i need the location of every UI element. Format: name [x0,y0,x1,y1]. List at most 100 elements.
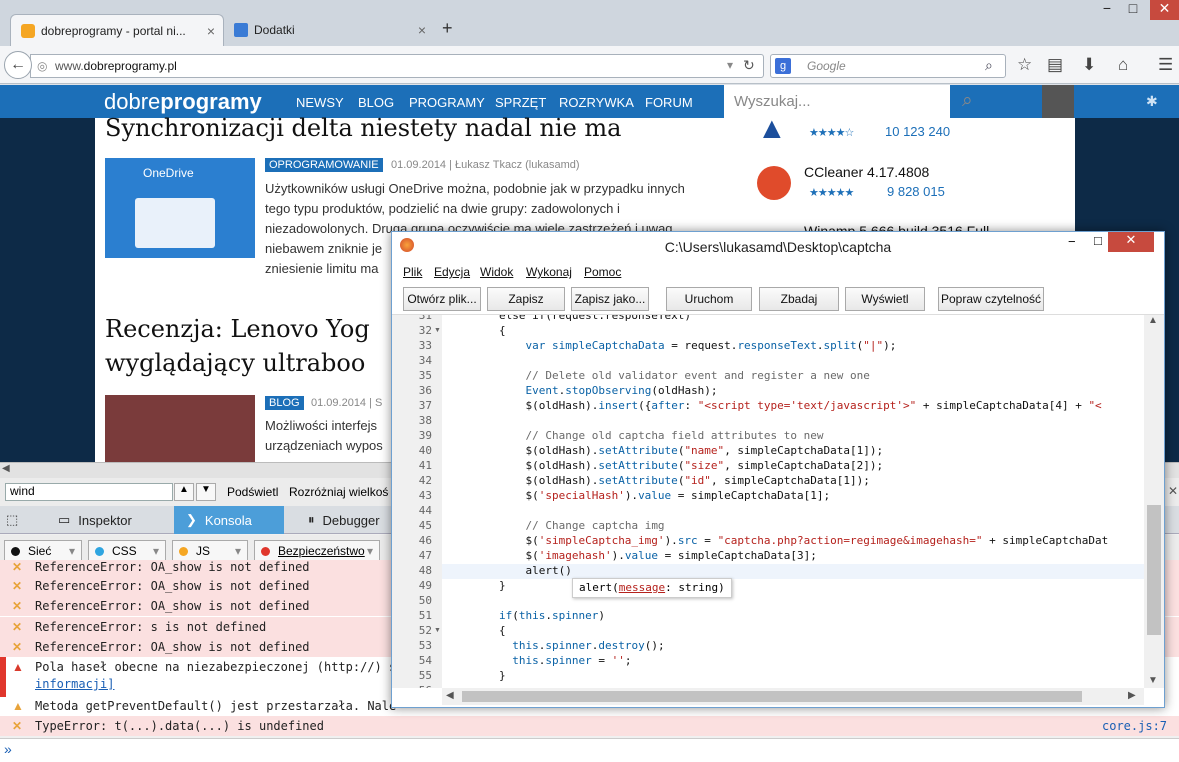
home-icon[interactable]: ⌂ [1118,55,1128,75]
menu-help[interactable]: Pomoc [584,265,621,279]
close-window-button[interactable]: ✕ [1150,0,1179,20]
nav-rozrywka[interactable]: ROZRYWKA [559,95,634,110]
code-line[interactable]: $('specialHash').value = simpleCaptchaDa… [446,489,830,502]
scroll-up-icon[interactable]: ▲ [1148,315,1158,326]
nav-programy[interactable]: PROGRAMY [409,95,485,110]
run-button[interactable]: Uruchom [666,287,752,311]
fold-toggle-icon[interactable]: ▼ [434,627,441,634]
console-input[interactable]: » [0,738,1179,762]
highlight-all-toggle[interactable]: Podświetl [227,485,278,499]
inspect-button[interactable]: Zbadaj [759,287,839,311]
menu-edit[interactable]: Edycja [434,265,470,279]
code-line[interactable]: alert() [446,564,571,577]
code-line[interactable]: } [446,579,506,592]
source-link[interactable]: core.js:7 [1102,716,1167,736]
code-line[interactable]: this.spinner = ''; [446,654,631,667]
search-icon[interactable]: ⌕ [985,57,993,74]
tab-debugger[interactable]: ⏸ Debugger [296,506,391,534]
filter-css[interactable]: CSS ▾ [88,540,166,562]
scroll-right-icon[interactable]: ▶ [1128,690,1136,701]
bookmark-star-icon[interactable]: ☆ [1017,55,1032,75]
search-bar[interactable]: g Google ⌕ [770,54,1006,78]
code-line[interactable]: // Change old captcha field attributes t… [446,429,823,442]
code-line[interactable]: if(this.spinner) [446,609,605,622]
url-bar[interactable]: ◎ www.dobreprogramy.pl ▾ ↻ [30,54,764,78]
maximize-button[interactable]: □ [1118,0,1148,20]
nav-forum[interactable]: FORUM [645,95,693,110]
code-line[interactable]: this.spinner.destroy(); [446,639,664,652]
site-logo[interactable]: dobreprogramy [104,89,262,115]
code-line[interactable]: $('simpleCaptcha_img').src = "captcha.ph… [446,534,1108,547]
site-search-icon[interactable]: ⌕ [962,90,973,112]
code-line[interactable]: $(oldHash).insert({after: "<script type=… [446,399,1101,412]
article1-category-badge[interactable]: OPROGRAMOWANIE [265,158,383,172]
maximize-icon[interactable]: □ [1094,233,1102,248]
code-line[interactable]: $('imagehash').value = simpleCaptchaData… [446,549,816,562]
avatar[interactable] [1042,85,1074,118]
find-input[interactable]: wind [5,483,173,501]
code-line[interactable]: } [446,669,506,682]
nav-blog[interactable]: BLOG [358,95,394,110]
article2-category-badge[interactable]: BLOG [265,396,304,410]
pick-element-icon[interactable]: ⬚ [6,512,18,528]
sidebar-app-name[interactable]: CCleaner 4.17.4808 [804,164,929,180]
menu-execute[interactable]: Wykonaj [526,265,572,279]
minimize-icon[interactable]: − [1068,234,1076,249]
code-editor[interactable]: alert(message: string) ▲ ▼ 31 else if(re… [392,314,1164,688]
nav-newsy[interactable]: NEWSY [296,95,344,110]
menu-file[interactable]: Plik [403,265,422,279]
code-line[interactable]: // Change captcha img [446,519,664,532]
menu-icon[interactable]: ☰ [1158,55,1173,75]
scroll-left-icon[interactable]: ◀ [446,690,454,701]
save-as-button[interactable]: Zapisz jako... [571,287,649,311]
match-case-toggle[interactable]: Rozróżniaj wielkość [289,485,389,499]
filter-js[interactable]: JS ▾ [172,540,248,562]
filter-network[interactable]: Sieć ▾ [4,540,82,562]
settings-icon[interactable]: ✱ [1146,93,1158,110]
tab-close-icon[interactable]: × [207,23,215,39]
nav-sprzet[interactable]: SPRZĘT [495,95,546,110]
display-button[interactable]: Wyświetl [845,287,925,311]
filter-security[interactable]: Bezpieczeństwo ▾ [254,540,380,562]
google-icon[interactable]: g [775,58,791,74]
dropdown-icon[interactable]: ▾ [727,58,733,72]
article1-title[interactable]: Synchronizacji delta niestety nadal nie … [105,114,621,142]
back-button[interactable]: ← [4,51,32,79]
article1-image[interactable]: OneDrive [105,158,255,258]
tab-dobreprogramy[interactable]: dobreprogramy - portal ni... × [10,14,224,46]
vertical-scroll-thumb[interactable] [1147,505,1161,635]
close-icon[interactable]: ✕ [1108,232,1154,252]
code-line[interactable]: $(oldHash).setAttribute("size", simpleCa… [446,459,883,472]
code-line[interactable]: { [446,324,506,337]
download-icon[interactable]: ⬇ [1082,55,1096,75]
horizontal-scroll-thumb[interactable] [462,691,1082,702]
menu-view[interactable]: Widok [480,265,513,279]
scroll-down-icon[interactable]: ▼ [1148,675,1158,686]
new-tab-button[interactable]: + [442,18,453,39]
fold-toggle-icon[interactable]: ▼ [434,327,441,334]
code-line[interactable]: $(oldHash).setAttribute("id", simpleCapt… [446,474,869,487]
tab-dodatki[interactable]: Dodatki × [224,14,434,46]
article2-title-line1[interactable]: Recenzja: Lenovo Yog [105,315,370,343]
save-button[interactable]: Zapisz [487,287,565,311]
tab-console[interactable]: ❯ Konsola [174,506,284,534]
code-line[interactable]: { [446,624,506,637]
code-line[interactable]: Event.stopObserving(oldHash); [446,384,717,397]
code-line[interactable]: var simpleCaptchaData = request.response… [446,339,896,352]
close-findbar-icon[interactable]: ✕ [1168,484,1178,498]
article2-image[interactable] [105,395,255,462]
scroll-left-icon[interactable]: ◀ [2,463,10,474]
bookmarks-list-icon[interactable]: ▤ [1047,55,1063,75]
find-next-button[interactable]: ▼ [196,483,216,501]
code-line[interactable]: else if(request.responseText) [446,315,691,322]
find-previous-button[interactable]: ▲ [174,483,194,501]
code-line[interactable]: $(oldHash).setAttribute("name", simpleCa… [446,444,883,457]
article2-title-line2[interactable]: wyglądający ultraboo [105,349,365,377]
tab-inspector[interactable]: ▭ Inspektor [46,506,174,534]
reload-icon[interactable]: ↻ [743,57,755,74]
code-line[interactable]: // Delete old validator event and regist… [446,369,869,382]
pretty-print-button[interactable]: Popraw czytelność [938,287,1044,311]
tab-close-icon[interactable]: × [418,22,426,38]
scratchpad-titlebar[interactable]: C:\Users\lukasamd\Desktop\captcha − □ ✕ [392,232,1164,262]
open-file-button[interactable]: Otwórz plik... [403,287,481,311]
